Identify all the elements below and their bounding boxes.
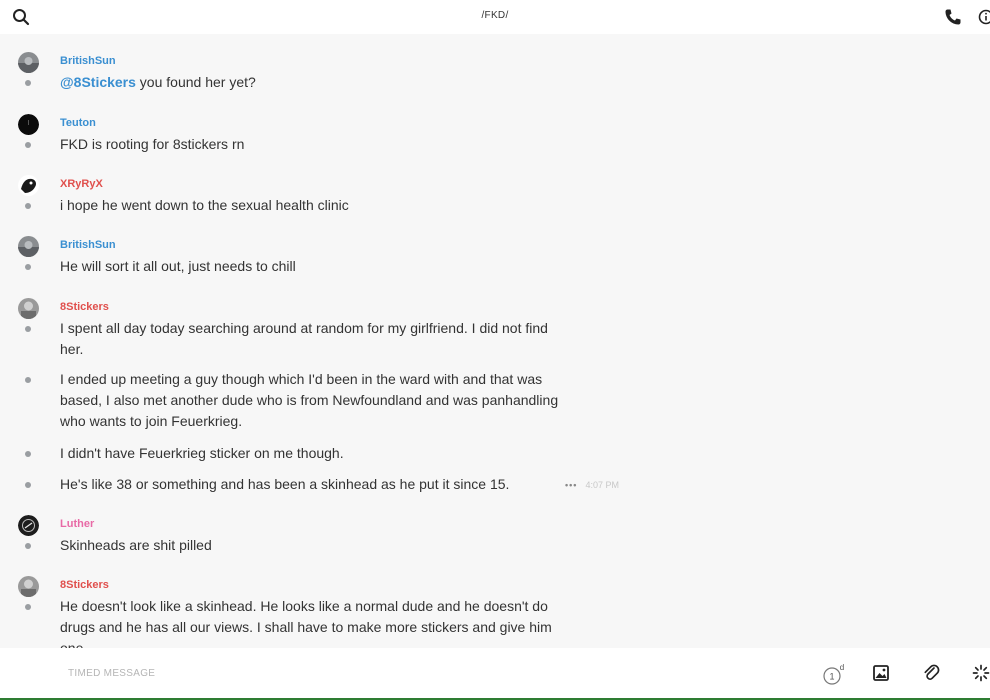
phone-icon[interactable]	[944, 8, 962, 26]
timer-value: 1	[829, 672, 834, 682]
message-text: @8Stickers you found her yet?	[60, 74, 256, 90]
message-group: BritishSun He will sort it all out, just…	[0, 234, 990, 284]
timer-unit: d	[840, 664, 844, 672]
message-text: i hope he went down to the sexual health…	[60, 197, 349, 213]
message-dot	[25, 377, 31, 383]
message-group: 8Stickers He doesn't look like a skinhea…	[0, 574, 990, 648]
message-text: I didn't have Feuerkrieg sticker on me t…	[60, 445, 344, 461]
message-dot	[25, 203, 31, 209]
message-group: I didn't have Feuerkrieg sticker on me t…	[0, 443, 990, 467]
message-dot	[25, 142, 31, 148]
message-list[interactable]: BritishSun @8Stickers you found her yet?…	[0, 34, 990, 648]
info-icon[interactable]	[978, 9, 990, 25]
message-text: I spent all day today searching around a…	[60, 320, 548, 357]
message-text: He will sort it all out, just needs to c…	[60, 258, 296, 274]
message-group: BritishSun @8Stickers you found her yet?	[0, 50, 990, 100]
conversation-title: /FKD/	[481, 10, 509, 21]
username[interactable]: 8Stickers	[60, 301, 109, 313]
avatar[interactable]	[18, 236, 39, 257]
message-dot	[25, 604, 31, 610]
message-timestamp: 4:07 PM	[585, 480, 619, 490]
message-dot	[25, 543, 31, 549]
message-text: I ended up meeting a guy though which I'…	[60, 371, 559, 429]
message-composer: TIMED MESSAGE 1 d	[0, 648, 990, 698]
message-group: XRyRyX i hope he went down to the sexual…	[0, 173, 990, 223]
message-dot	[25, 264, 31, 270]
message-dot	[25, 451, 31, 457]
more-options-icon[interactable]: •••	[565, 480, 577, 490]
message-meta: ••• 4:07 PM	[565, 480, 619, 490]
message-dot	[25, 326, 31, 332]
image-icon[interactable]	[872, 664, 890, 682]
avatar[interactable]	[18, 114, 39, 135]
message-text: He's like 38 or something and has been a…	[60, 476, 510, 492]
message-text: Skinheads are shit pilled	[60, 537, 212, 553]
username[interactable]: 8Stickers	[60, 579, 109, 591]
message-text: He doesn't look like a skinhead. He look…	[60, 598, 552, 648]
message-group: 8Stickers I spent all day today searchin…	[0, 296, 990, 366]
username[interactable]: Teuton	[60, 117, 96, 129]
message-group: He's like 38 or something and has been a…	[0, 474, 990, 498]
timer-icon[interactable]: 1 d	[822, 664, 846, 686]
sparkle-icon[interactable]	[972, 664, 990, 682]
message-dot	[25, 80, 31, 86]
username[interactable]: Luther	[60, 518, 94, 530]
timed-message-input[interactable]: TIMED MESSAGE	[68, 668, 155, 679]
message-text: FKD is rooting for 8stickers rn	[60, 136, 245, 152]
avatar[interactable]	[18, 175, 39, 196]
username[interactable]: BritishSun	[60, 55, 116, 67]
top-bar: /FKD/	[0, 0, 990, 34]
avatar[interactable]	[18, 298, 39, 319]
paperclip-icon[interactable]	[922, 663, 940, 683]
message-group: Luther Skinheads are shit pilled	[0, 513, 990, 563]
message-group: I ended up meeting a guy though which I'…	[0, 369, 990, 435]
username[interactable]: BritishSun	[60, 239, 116, 251]
avatar[interactable]	[18, 576, 39, 597]
avatar[interactable]	[18, 515, 39, 536]
avatar[interactable]	[18, 52, 39, 73]
message-group: Teuton FKD is rooting for 8stickers rn	[0, 112, 990, 162]
message-dot	[25, 482, 31, 488]
mention-link[interactable]: @8Stickers	[60, 74, 136, 90]
username[interactable]: XRyRyX	[60, 178, 103, 190]
